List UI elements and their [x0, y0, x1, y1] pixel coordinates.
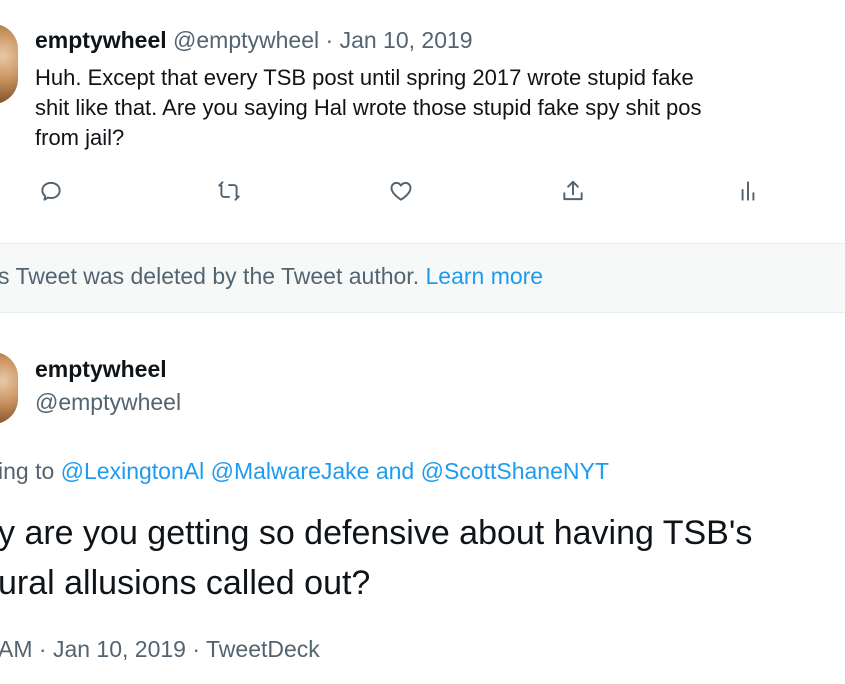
- like-icon: [390, 181, 412, 201]
- reply-button[interactable]: [36, 176, 66, 206]
- tweet1-text: Huh. Except that every TSB post until sp…: [35, 63, 845, 153]
- replying-to: ing to @LexingtonAl @MalwareJake and @Sc…: [0, 458, 609, 485]
- deleted-notice-text: s Tweet was deleted by the Tweet author.: [0, 263, 420, 289]
- deleted-tweet-notice: s Tweet was deleted by the Tweet author.…: [0, 243, 845, 313]
- share-icon: [563, 180, 583, 201]
- tweet-meta: AM · Jan 10, 2019 · TweetDeck: [0, 636, 320, 663]
- analytics-icon: [741, 181, 755, 201]
- avatar[interactable]: [0, 24, 18, 104]
- share-button[interactable]: [558, 176, 588, 206]
- retweet-button[interactable]: [214, 176, 244, 206]
- handle[interactable]: @emptywheel: [173, 27, 319, 53]
- separator: ·: [38, 636, 47, 662]
- tweet-text-line: y are you getting so defensive about hav…: [0, 514, 753, 552]
- mention-joiner: and: [375, 458, 415, 484]
- tweet-source[interactable]: TweetDeck: [206, 636, 320, 662]
- mention-link[interactable]: @LexingtonAl: [61, 458, 205, 484]
- tweet-time[interactable]: AM: [0, 636, 33, 662]
- avatar[interactable]: [0, 352, 18, 424]
- deleted-notice-content: s Tweet was deleted by the Tweet author.…: [0, 263, 543, 290]
- retweet-icon: [218, 181, 240, 201]
- tweet-text-line: Huh. Except that every TSB post until sp…: [35, 65, 694, 90]
- analytics-button[interactable]: [733, 176, 763, 206]
- like-button[interactable]: [386, 176, 416, 206]
- mention-link[interactable]: @ScottShaneNYT: [421, 458, 609, 484]
- tweet-text-line: from jail?: [35, 125, 125, 150]
- reply-icon: [41, 181, 61, 201]
- tweet-text-line: shit like that. Are you saying Hal wrote…: [35, 95, 702, 120]
- tweet1-header: emptywheel @emptywheel · Jan 10, 2019: [35, 27, 473, 54]
- separator: ·: [325, 27, 334, 53]
- learn-more-link[interactable]: Learn more: [425, 263, 543, 289]
- tweet2-text: y are you getting so defensive about hav…: [0, 508, 845, 608]
- display-name[interactable]: emptywheel: [35, 27, 167, 53]
- handle[interactable]: @emptywheel: [35, 389, 181, 416]
- mention-link[interactable]: @MalwareJake: [211, 458, 370, 484]
- tweet-text-line: ural allusions called out?: [0, 564, 371, 602]
- tweet-date[interactable]: Jan 10, 2019: [53, 636, 186, 662]
- replying-to-label: ing to: [0, 458, 55, 484]
- tweet-date[interactable]: Jan 10, 2019: [340, 27, 473, 53]
- separator: ·: [192, 636, 201, 662]
- display-name[interactable]: emptywheel: [35, 356, 167, 383]
